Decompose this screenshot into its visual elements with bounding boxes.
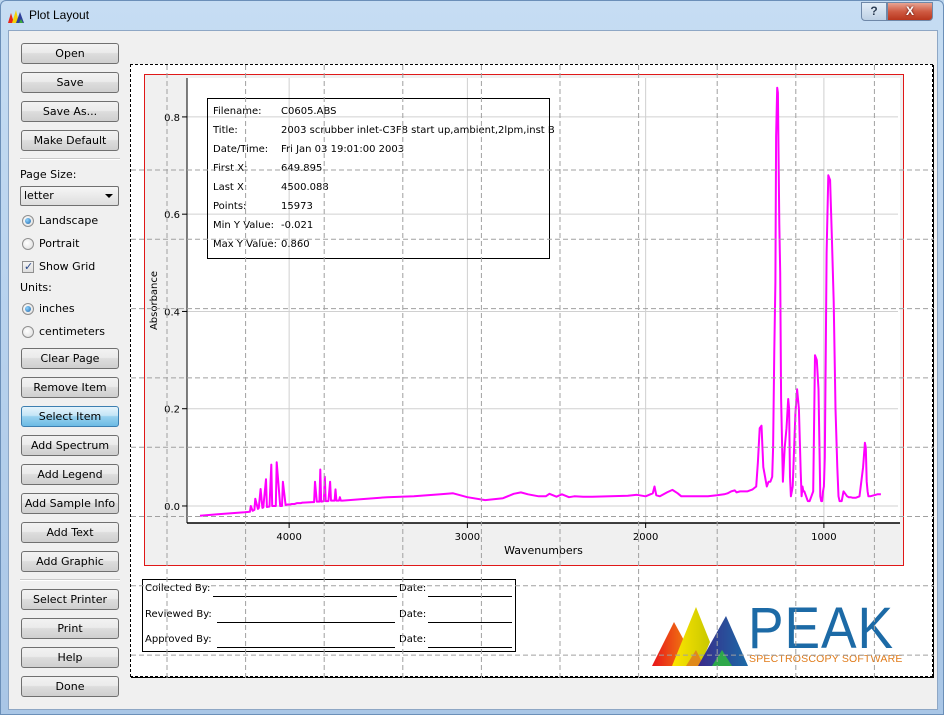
- save-as-button[interactable]: Save As...: [21, 101, 119, 122]
- open-button[interactable]: Open: [21, 43, 119, 64]
- landscape-label: Landscape: [39, 214, 99, 227]
- portrait-label: Portrait: [39, 237, 80, 250]
- print-button[interactable]: Print: [21, 618, 119, 639]
- units-label: Units:: [20, 281, 52, 294]
- spectrum-plot-item[interactable]: 0.0 0.2 0.4 0.6 0.8 4000 3000 2000 1000 Wavenumbe…: [144, 74, 904, 566]
- select-item-button[interactable]: Select Item: [21, 406, 119, 427]
- sample-info-value: 4500.088: [281, 182, 329, 193]
- peak-logo-graphic[interactable]: PEAK SPECTROSCOPY SOFTWARE: [652, 598, 903, 668]
- window-title: Plot Layout: [29, 8, 90, 22]
- x-tick-label: 4000: [276, 532, 301, 543]
- sidebar-divider: [20, 579, 120, 581]
- page-size-label: Page Size:: [20, 168, 77, 181]
- date-label: Date:: [399, 583, 427, 594]
- help-button[interactable]: Help: [21, 647, 119, 668]
- sample-info-key: Last X:: [213, 182, 248, 193]
- reviewed-by-label: Reviewed By:: [145, 609, 212, 620]
- signature-line: [217, 647, 395, 648]
- show-grid-label: Show Grid: [39, 260, 96, 273]
- sample-info-box[interactable]: Filename: C0605.ABS Title: 2003 scrubber in…: [207, 98, 555, 259]
- y-tick-label: 0.0: [164, 502, 180, 513]
- signature-line: [213, 596, 397, 597]
- logo-wordmark: PEAK: [748, 596, 895, 661]
- date-label: Date:: [399, 634, 427, 645]
- sidebar-divider: [20, 158, 120, 160]
- done-button[interactable]: Done: [21, 676, 119, 697]
- x-tick-label: 1000: [811, 532, 836, 543]
- add-text-button[interactable]: Add Text: [21, 522, 119, 543]
- close-button[interactable]: X: [887, 2, 933, 21]
- add-graphic-button[interactable]: Add Graphic: [21, 551, 119, 572]
- radio-unchecked-icon: [22, 238, 34, 250]
- signature-row-approved: Approved By: Date:: [145, 634, 515, 648]
- clear-page-button[interactable]: Clear Page: [21, 348, 119, 369]
- sample-info-value: 2003 scrubber inlet-C3F8 start up,ambien…: [281, 125, 555, 136]
- select-printer-button[interactable]: Select Printer: [21, 589, 119, 610]
- y-tick-label: 0.8: [164, 113, 180, 124]
- radio-unchecked-icon: [22, 326, 34, 338]
- signature-box[interactable]: Collected By: Date: Reviewed By: Date: A…: [142, 579, 516, 652]
- landscape-radio[interactable]: Landscape: [20, 213, 110, 229]
- page-size-select[interactable]: letter: [20, 186, 119, 206]
- checkmark-icon: [22, 259, 34, 275]
- page-size-value: letter: [24, 189, 54, 202]
- x-axis-label: Wavenumbers: [504, 544, 583, 557]
- sample-info-key: Max Y Value:: [213, 239, 277, 250]
- y-tick-label: 0.6: [164, 210, 180, 221]
- date-label: Date:: [399, 609, 427, 620]
- sample-info-value: C0605.ABS: [281, 106, 337, 117]
- signature-line: [217, 622, 395, 623]
- add-legend-button[interactable]: Add Legend: [21, 464, 119, 485]
- sample-info-key: Filename:: [213, 106, 262, 117]
- signature-row-reviewed: Reviewed By: Date:: [145, 609, 515, 623]
- y-tick-label: 0.4: [164, 307, 180, 318]
- sample-info-value: 649.895: [281, 163, 323, 174]
- date-line: [428, 596, 512, 597]
- date-line: [428, 647, 512, 648]
- client-area: Open Save Save As... Make Default Page S…: [8, 30, 938, 710]
- sample-info-value: -0.021: [281, 220, 314, 231]
- show-grid-checkbox[interactable]: Show Grid: [20, 259, 110, 275]
- portrait-radio[interactable]: Portrait: [20, 236, 110, 252]
- save-button[interactable]: Save: [21, 72, 119, 93]
- sample-info-key: Title:: [213, 125, 238, 136]
- plot-layout-window: Plot Layout ? X Open Save Save As... Mak…: [0, 0, 944, 715]
- sample-info-key: Date/Time:: [213, 144, 269, 155]
- make-default-button[interactable]: Make Default: [21, 130, 119, 151]
- radio-checked-icon: [22, 303, 34, 315]
- logo-subtitle: SPECTROSCOPY SOFTWARE: [749, 653, 903, 665]
- sample-info-key: First X:: [213, 163, 248, 174]
- x-tick-label: 2000: [633, 532, 658, 543]
- add-spectrum-button[interactable]: Add Spectrum: [21, 435, 119, 456]
- peak-mountains-icon: [652, 607, 748, 666]
- inches-label: inches: [39, 302, 75, 315]
- add-sample-info-button[interactable]: Add Sample Info: [21, 493, 119, 514]
- peak-app-icon: [8, 10, 24, 23]
- sample-info-key: Min Y Value:: [213, 220, 275, 231]
- chevron-down-icon: [105, 194, 113, 198]
- y-axis-label: Absorbance: [149, 271, 160, 330]
- page-preview[interactable]: 0.0 0.2 0.4 0.6 0.8 4000 3000 2000 1000 Wavenumbe…: [130, 64, 934, 678]
- inches-radio[interactable]: inches: [20, 301, 110, 317]
- collected-by-label: Collected By:: [145, 583, 211, 594]
- approved-by-label: Approved By:: [145, 634, 212, 645]
- sample-info-value: Fri Jan 03 19:01:00 2003: [281, 144, 405, 155]
- sample-info-value: 0.860: [281, 239, 310, 250]
- title-bar[interactable]: Plot Layout ? X: [1, 1, 943, 29]
- y-tick-label: 0.2: [164, 405, 180, 416]
- x-tick-label: 3000: [455, 532, 480, 543]
- centimeters-radio[interactable]: centimeters: [20, 324, 120, 340]
- signature-row-collected: Collected By: Date:: [145, 583, 515, 597]
- remove-item-button[interactable]: Remove Item: [21, 377, 119, 398]
- sidebar: Open Save Save As... Make Default Page S…: [9, 31, 129, 711]
- date-line: [428, 622, 512, 623]
- sample-info-key: Points:: [213, 201, 247, 212]
- help-title-button[interactable]: ?: [861, 2, 887, 21]
- centimeters-label: centimeters: [39, 325, 105, 338]
- sample-info-value: 15973: [281, 201, 313, 212]
- radio-checked-icon: [22, 215, 34, 227]
